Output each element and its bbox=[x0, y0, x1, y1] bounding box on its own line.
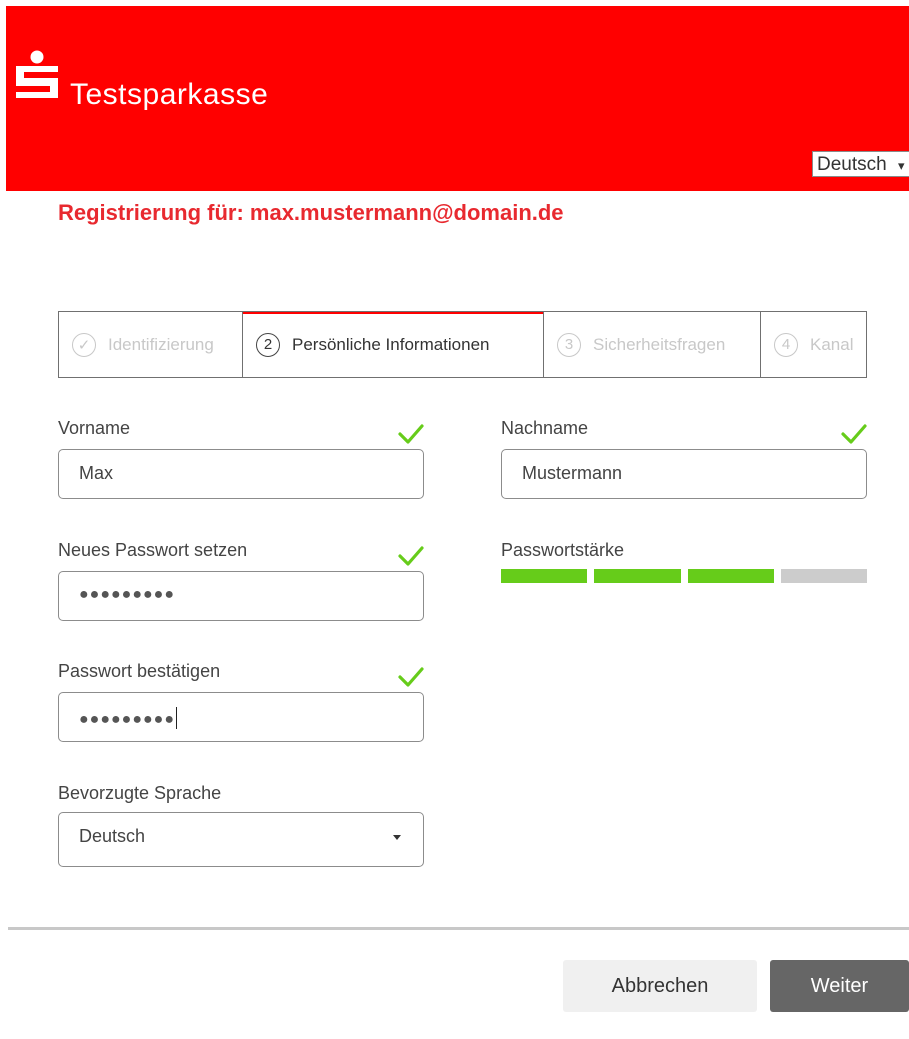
caret-down-icon bbox=[393, 835, 401, 840]
confirm-password-label: Passwort bestätigen bbox=[58, 661, 221, 681]
strength-segment bbox=[594, 569, 681, 583]
step-label: Sicherheitsfragen bbox=[593, 334, 726, 354]
step-sicherheitsfragen[interactable]: 3 Sicherheitsfragen bbox=[544, 312, 761, 377]
step-label: Persönliche Informationen bbox=[292, 334, 490, 354]
footer-divider bbox=[8, 927, 909, 930]
confirm-password-value: ●●●●●●●●● bbox=[79, 711, 175, 728]
first-name-label: Vorname bbox=[58, 418, 131, 438]
sparkasse-logo-icon bbox=[16, 50, 58, 98]
step-persoenliche-informationen[interactable]: 2 Persönliche Informationen bbox=[243, 312, 544, 377]
check-icon bbox=[398, 546, 424, 566]
preferred-language-value: Deutsch bbox=[79, 826, 146, 846]
new-password-label: Neues Passwort setzen bbox=[58, 540, 248, 560]
header-language-value: Deutsch bbox=[817, 154, 887, 175]
cancel-button[interactable]: Abbrechen bbox=[563, 960, 757, 1012]
last-name-input[interactable]: Mustermann bbox=[501, 449, 867, 499]
header-language-select[interactable]: Deutsch ▾ bbox=[812, 151, 909, 177]
registration-title: Registrierung für: max.mustermann@domain… bbox=[58, 200, 564, 225]
step-number-badge: 2 bbox=[256, 332, 280, 357]
check-icon bbox=[841, 424, 867, 444]
step-number-badge: 3 bbox=[557, 332, 581, 357]
new-password-input[interactable]: ●●●●●●●●● bbox=[58, 571, 424, 621]
confirm-password-input[interactable]: ●●●●●●●●● bbox=[58, 692, 424, 742]
step-identifizierung[interactable]: ✓ Identifizierung bbox=[59, 312, 243, 377]
preferred-language-select[interactable]: Deutsch bbox=[58, 812, 424, 867]
check-circle-icon: ✓ bbox=[72, 332, 96, 357]
next-button[interactable]: Weiter bbox=[770, 960, 909, 1012]
step-label: Kanal bbox=[810, 334, 854, 354]
strength-segment bbox=[501, 569, 588, 583]
check-icon bbox=[398, 667, 424, 687]
step-label: Identifizierung bbox=[108, 334, 214, 354]
preferred-language-label: Bevorzugte Sprache bbox=[58, 783, 222, 803]
check-icon bbox=[398, 424, 424, 444]
progress-stepper: ✓ Identifizierung 2 Persönliche Informat… bbox=[58, 311, 867, 378]
strength-segment bbox=[780, 569, 867, 583]
text-cursor bbox=[175, 707, 178, 729]
step-number-badge: 4 bbox=[774, 332, 798, 357]
password-strength-label: Passwortstärke bbox=[501, 540, 625, 560]
site-header: Testsparkasse bbox=[6, 6, 909, 191]
step-kanal[interactable]: 4 Kanal bbox=[761, 312, 866, 377]
first-name-input[interactable]: Max bbox=[58, 449, 424, 499]
strength-segment bbox=[687, 569, 774, 583]
chevron-down-icon: ▾ bbox=[897, 158, 905, 173]
last-name-label: Nachname bbox=[501, 418, 589, 438]
brand-name: Testsparkasse bbox=[70, 78, 269, 111]
password-strength-meter bbox=[501, 569, 867, 583]
